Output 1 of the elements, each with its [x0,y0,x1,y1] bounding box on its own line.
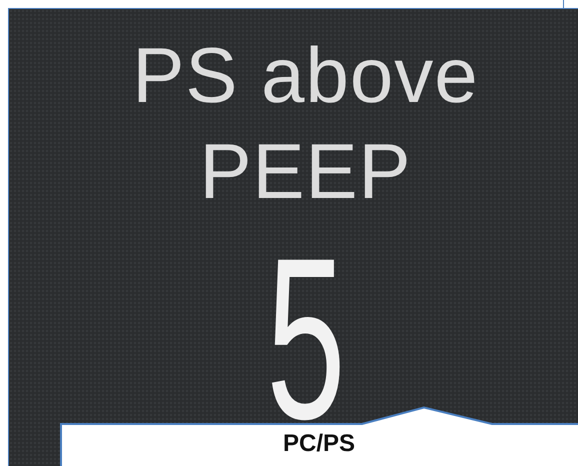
parameter-label: PS above PEEP [131,30,480,217]
